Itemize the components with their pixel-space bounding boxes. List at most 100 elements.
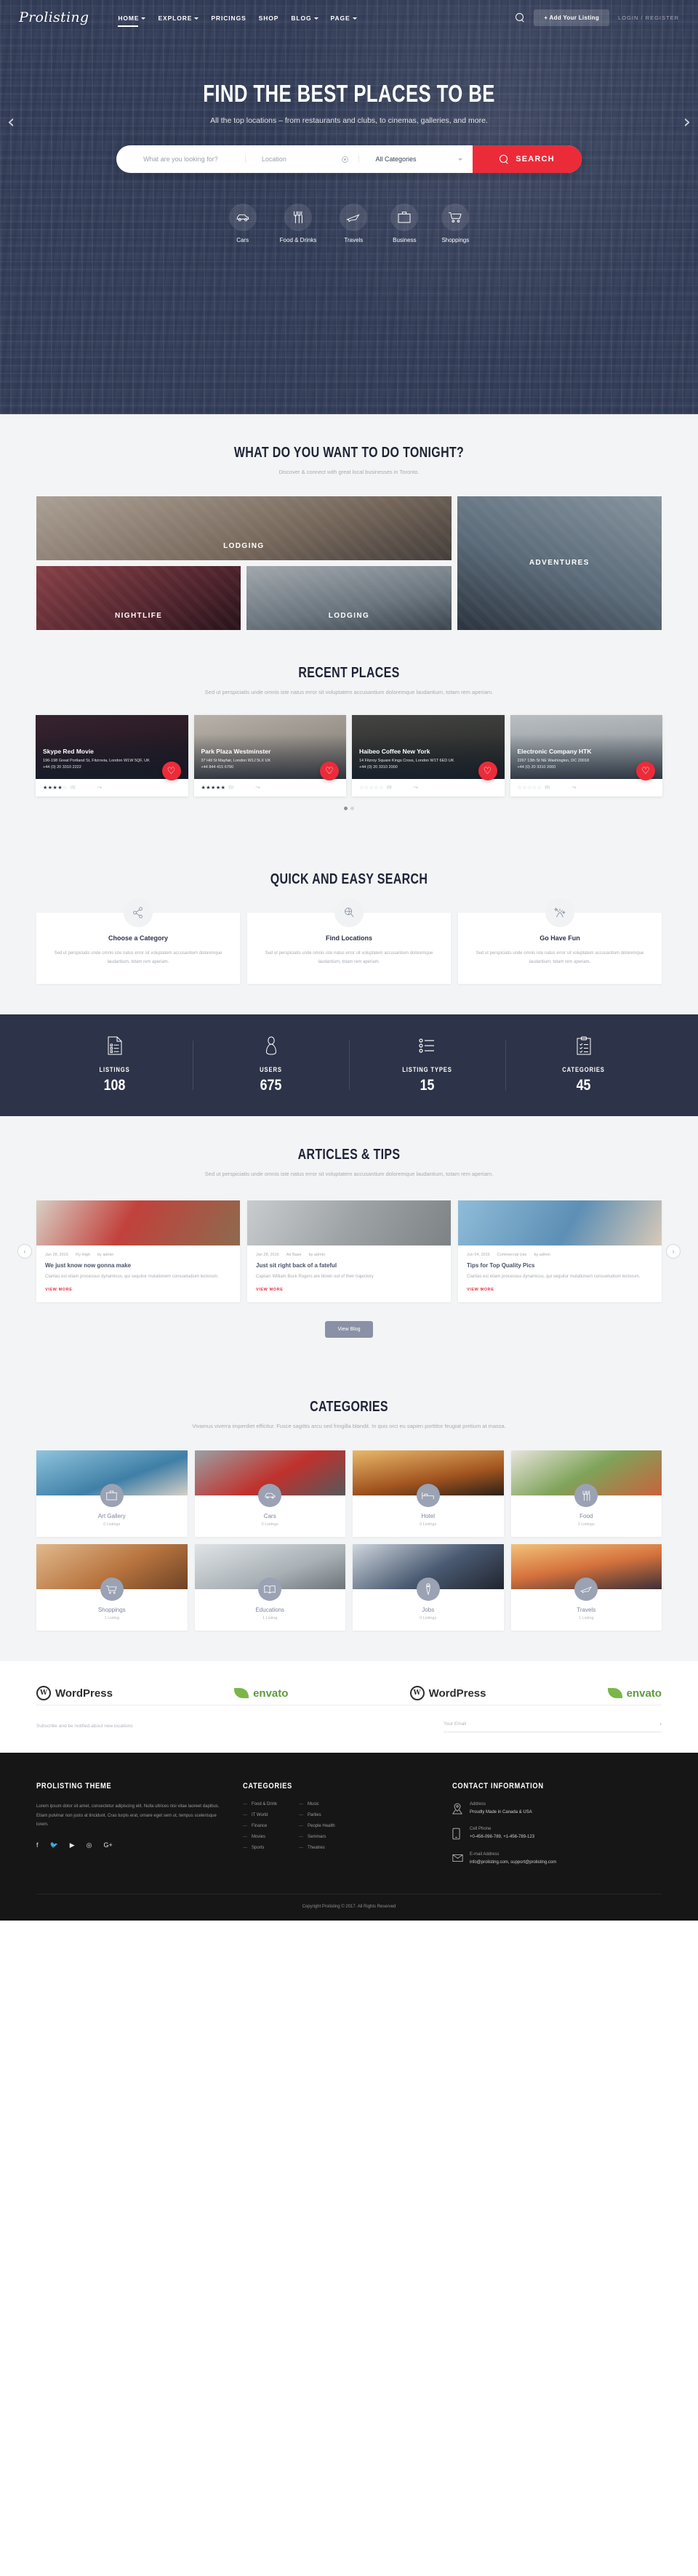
fireworks-icon	[545, 897, 574, 927]
hero-category-food-drinks[interactable]: Food & Drinks	[279, 203, 317, 243]
footer-category-link[interactable]: Theatres	[299, 1846, 335, 1850]
stat-listing-types: LISTING TYPES 15	[349, 1036, 505, 1094]
article-category[interactable]: Fly High	[76, 1253, 90, 1257]
article-category[interactable]: Commercial Use	[497, 1253, 527, 1257]
hero-prev-arrow[interactable]: ‹	[7, 111, 15, 133]
hero-section: Prolisting HOME EXPLORE PRICINGS SHOP BL…	[0, 0, 698, 414]
footer-category-link[interactable]: Finance	[243, 1824, 277, 1828]
brand-envato[interactable]: envato	[607, 1687, 662, 1700]
search-icon[interactable]	[516, 12, 525, 23]
search-keyword-input[interactable]: What are you looking for?	[116, 156, 245, 163]
nav-item-page[interactable]: PAGE	[331, 3, 357, 33]
contact-address: Address Proudly Made in Canada & USA	[452, 1802, 662, 1818]
article-read-more[interactable]: VIEW MORE	[256, 1288, 442, 1292]
listing-card[interactable]: Electronic Company HTK 2267 13th St NE W…	[510, 714, 662, 796]
favorite-heart-icon[interactable]: ♡	[636, 761, 655, 780]
favorite-heart-icon[interactable]: ♡	[320, 761, 339, 780]
add-listing-button[interactable]: + Add Your Listing	[534, 9, 610, 26]
category-listings: 0 Listings	[261, 1522, 278, 1527]
footer: PROLISTING THEME Lorem ipsum dolor sit a…	[0, 1753, 698, 1921]
footer-category-link[interactable]: Music	[299, 1802, 335, 1806]
geolocation-icon[interactable]	[342, 156, 349, 163]
article-title[interactable]: We just know now gonna make	[45, 1262, 231, 1269]
envato-leaf-icon	[234, 1688, 249, 1699]
brand-wordpress[interactable]: W WordPress	[409, 1686, 486, 1701]
tonight-tile-nightlife[interactable]: NIGHTLIFE	[36, 565, 241, 630]
twitter-icon[interactable]: 🐦	[50, 1841, 58, 1849]
footer-category-link[interactable]: Seminars	[299, 1835, 335, 1839]
stat-value: 675	[260, 1076, 282, 1094]
nav-item-shop[interactable]: SHOP	[259, 3, 279, 33]
article-category[interactable]: Air Base	[286, 1253, 302, 1257]
share-icon[interactable]: ⤳	[255, 784, 260, 791]
nav-item-pricings[interactable]: PRICINGS	[211, 3, 246, 33]
nav-item-home[interactable]: HOME	[118, 3, 146, 33]
hero-category-business[interactable]: Business	[390, 203, 419, 243]
article-read-more[interactable]: VIEW MORE	[467, 1288, 653, 1292]
carousel-dot[interactable]	[344, 806, 348, 810]
tonight-tile-adventures[interactable]: ADVENTURES	[457, 496, 662, 630]
footer-category-link[interactable]: Movies	[243, 1835, 277, 1839]
article-title[interactable]: Tips for Top Quality Pics	[467, 1262, 653, 1269]
footer-category-link[interactable]: Food & Drink	[243, 1802, 277, 1806]
category-card-hotel[interactable]: Hotel 0 Listings	[353, 1450, 504, 1538]
youtube-icon[interactable]: ▶	[70, 1841, 75, 1849]
share-icon[interactable]: ⤳	[97, 784, 102, 791]
share-icon[interactable]: ⤳	[414, 784, 418, 791]
footer-category-link[interactable]: IT World	[243, 1813, 277, 1817]
article-card[interactable]: Jan 28, 2016 Air Base by admin Just sit …	[247, 1200, 451, 1303]
category-card-educations[interactable]: Educations 1 Listing	[194, 1544, 345, 1631]
category-card-jobs[interactable]: Jobs 0 Listings	[353, 1544, 504, 1631]
quick-card-find-locations[interactable]: Find Locations Sed ut perspiciatis unde …	[247, 897, 451, 984]
category-card-travels[interactable]: Travels 1 Listing	[510, 1544, 662, 1631]
article-excerpt: Captain William Buck Rogers are blown ou…	[256, 1275, 374, 1280]
footer-category-link[interactable]: Parties	[299, 1813, 335, 1817]
footer-category-link[interactable]: People Health	[299, 1824, 335, 1828]
favorite-heart-icon[interactable]: ♡	[478, 761, 497, 780]
brand-wordpress[interactable]: W WordPress	[36, 1686, 113, 1701]
article-title[interactable]: Just sit right back of a fateful	[256, 1262, 442, 1269]
pinterest-icon[interactable]: ◎	[87, 1841, 92, 1849]
search-submit-button[interactable]: SEARCH	[473, 145, 582, 173]
hero-category-shoppings[interactable]: Shoppings	[441, 203, 470, 243]
search-category-select[interactable]: All Categories	[358, 156, 473, 163]
share-icon[interactable]: ⤳	[571, 784, 576, 791]
footer-category-list-2: Music Parties People Health Seminars The…	[299, 1802, 335, 1857]
article-read-more[interactable]: VIEW MORE	[45, 1288, 231, 1292]
brand-envato[interactable]: envato	[234, 1687, 288, 1700]
google-plus-icon[interactable]: G+	[104, 1841, 113, 1849]
footer-category-link[interactable]: Sports	[243, 1846, 277, 1850]
nav-item-explore[interactable]: EXPLORE	[158, 3, 199, 33]
carousel-dot[interactable]	[350, 806, 354, 810]
category-card-cars[interactable]: Cars 0 Listings	[194, 1450, 345, 1538]
subscribe-email-input[interactable]: Your Email	[444, 1721, 652, 1727]
category-card-art-gallery[interactable]: Art Gallery 0 Listings	[36, 1450, 188, 1538]
quick-card-title: Find Locations	[326, 934, 372, 942]
search-location-input[interactable]: Location	[244, 156, 359, 163]
facebook-icon[interactable]: f	[36, 1841, 39, 1849]
hero-subtitle: All the top locations – from restaurants…	[210, 116, 488, 125]
hero-next-arrow[interactable]: ›	[683, 111, 691, 133]
tonight-tile-lodging-2[interactable]: LODGING	[246, 565, 452, 630]
subscribe-submit-icon[interactable]: ›	[659, 1720, 662, 1727]
category-card-shoppings[interactable]: Shoppings 1 Listing	[36, 1544, 188, 1631]
hero-category-label: Food & Drinks	[279, 237, 317, 243]
quick-card-choose-category[interactable]: Choose a Category Sed ut perspiciatis un…	[36, 897, 240, 984]
article-card[interactable]: Jan 28, 2016 Fly High by admin We just k…	[36, 1200, 240, 1303]
category-card-food[interactable]: Food 3 Listings	[510, 1450, 662, 1538]
login-register-link[interactable]: LOGIN / REGISTER	[618, 15, 679, 21]
listing-card[interactable]: Skype Red Movie 196-198 Great Portland S…	[36, 714, 188, 796]
view-blog-button[interactable]: View Blog	[325, 1321, 373, 1339]
tonight-tile-lodging[interactable]: LODGING	[36, 496, 452, 560]
article-card[interactable]: Jun 04, 2016 Commercial Use by admin Tip…	[458, 1200, 662, 1303]
listing-card[interactable]: Haibeo Coffee New York 14 Fitzroy Square…	[352, 714, 505, 796]
quick-card-go-have-fun[interactable]: Go Have Fun Sed ut perspiciatis unde omn…	[458, 897, 662, 984]
hero-category-travels[interactable]: Travels	[340, 203, 368, 243]
listing-card[interactable]: Park Plaza Westminster 37 Hill St Mayfai…	[193, 714, 346, 796]
site-logo[interactable]: Prolisting	[19, 9, 89, 25]
nav-item-blog[interactable]: BLOG	[291, 3, 318, 33]
favorite-heart-icon[interactable]: ♡	[161, 761, 181, 780]
articles-prev-arrow[interactable]: ‹	[17, 1244, 32, 1259]
articles-next-arrow[interactable]: ›	[666, 1244, 681, 1259]
hero-category-cars[interactable]: Cars	[228, 203, 257, 243]
